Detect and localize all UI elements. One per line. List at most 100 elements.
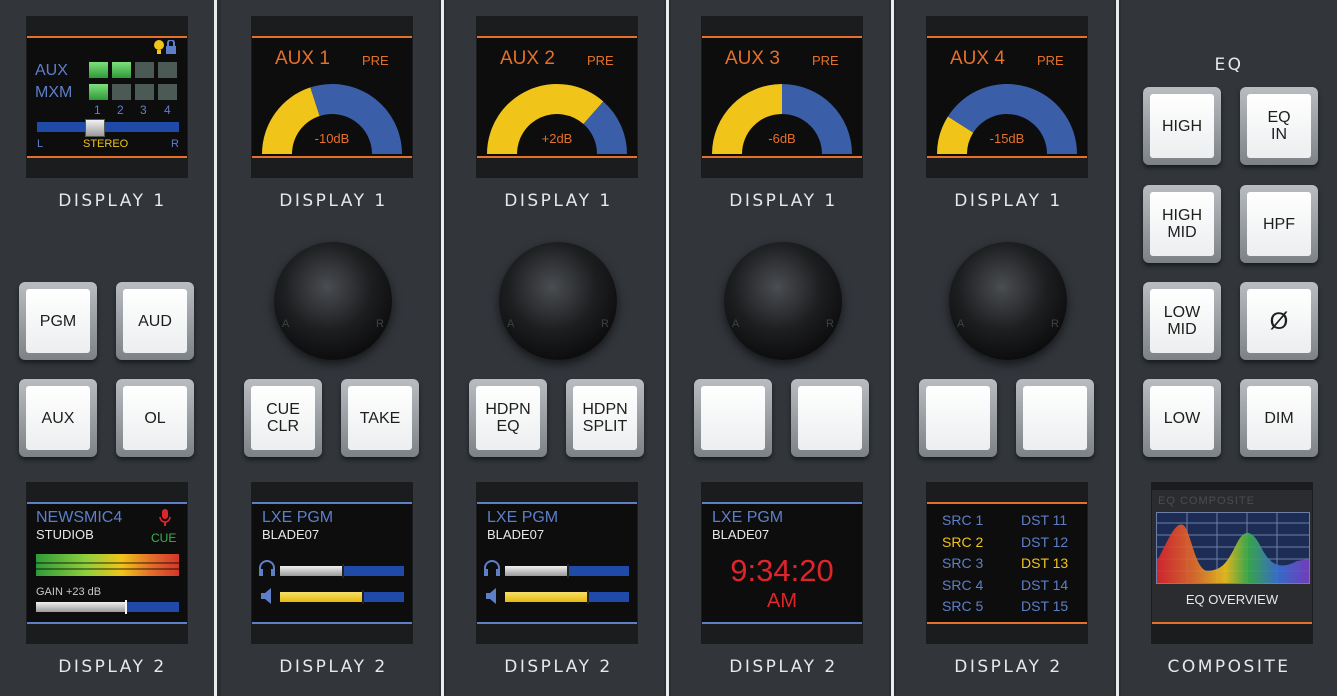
blank-button[interactable] <box>919 379 997 457</box>
bottom-rule <box>27 156 187 158</box>
top-rule <box>252 502 412 504</box>
cue-clr-button[interactable]: CUE CLR <box>244 379 322 457</box>
clock-time: 9:34:20 <box>730 553 834 588</box>
display-2-mic: NEWSMIC4 STUDIOB CUE GAIN +23 dB <box>26 482 188 644</box>
hpf-label: HPF <box>1247 192 1311 256</box>
screen: AUX 2 PRE +2dB <box>477 36 637 158</box>
aux-button[interactable]: AUX <box>19 379 97 457</box>
dst-item[interactable]: DST 15 <box>1021 598 1068 614</box>
eq-low-mid-button[interactable]: LOW MID <box>1143 282 1221 360</box>
grid-cell[interactable] <box>158 62 177 78</box>
aud-button[interactable]: AUD <box>116 282 194 360</box>
ol-button[interactable]: OL <box>116 379 194 457</box>
eq-high-mid-button[interactable]: HIGH MID <box>1143 185 1221 263</box>
speaker-handle[interactable] <box>586 590 589 604</box>
source-sub: BLADE07 <box>712 527 770 542</box>
take-label: TAKE <box>348 386 412 450</box>
source-sub: BLADE07 <box>262 527 320 542</box>
cue-indicator: CUE <box>151 531 177 545</box>
display-2-caption: DISPLAY 2 <box>279 657 388 677</box>
display-2-caption: DISPLAY 2 <box>504 657 613 677</box>
grid-cell[interactable] <box>112 62 131 78</box>
headphone-fill <box>505 566 567 576</box>
eq-curve-area <box>1156 512 1310 584</box>
hdpn-split-button[interactable]: HDPN SPLIT <box>566 379 644 457</box>
display-2-caption: DISPLAY 2 <box>954 657 1063 677</box>
headphone-level-bar[interactable] <box>505 564 629 578</box>
gain-handle[interactable] <box>124 600 127 614</box>
blank-button[interactable] <box>791 379 869 457</box>
knob-label-a: A <box>732 318 740 330</box>
src-item[interactable]: SRC 1 <box>942 512 983 528</box>
headphone-handle[interactable] <box>342 564 344 578</box>
eq-high-button[interactable]: HIGH <box>1143 87 1221 165</box>
eq-curve-graph <box>1157 513 1309 583</box>
blank-button[interactable] <box>694 379 772 457</box>
rotary-knob[interactable]: A R <box>274 242 392 360</box>
grid-cell[interactable] <box>89 84 108 100</box>
grid-cell[interactable] <box>112 84 131 100</box>
column-label: 3 <box>140 103 147 117</box>
knob-label-r: R <box>826 318 834 330</box>
dst-item-selected[interactable]: DST 13 <box>1021 555 1068 571</box>
eq-high-label: HIGH <box>1150 94 1214 158</box>
blank-button-label <box>798 386 862 450</box>
top-rule <box>477 502 637 504</box>
take-button[interactable]: TAKE <box>341 379 419 457</box>
src-item-selected[interactable]: SRC 2 <box>942 534 983 550</box>
blank-button-label <box>1023 386 1087 450</box>
display-1-aux-mxm: AUX MXM 1 2 3 4 L STEREO R <box>26 16 188 178</box>
level-meter-lines <box>36 568 179 570</box>
pan-knob[interactable] <box>85 119 105 137</box>
display-2-caption: DISPLAY 2 <box>58 657 167 677</box>
eq-low-button[interactable]: LOW <box>1143 379 1221 457</box>
headphone-handle[interactable] <box>567 564 569 578</box>
src-item[interactable]: SRC 5 <box>942 598 983 614</box>
blank-button[interactable] <box>1016 379 1094 457</box>
bottom-rule <box>252 622 412 624</box>
eq-composite-display: EQ COMPOSITE EQ OVERVIEW <box>1151 482 1313 644</box>
speaker-fill <box>505 592 587 602</box>
rotary-knob[interactable]: A R <box>949 242 1067 360</box>
dst-item[interactable]: DST 11 <box>1021 512 1067 528</box>
speaker-level-bar[interactable] <box>505 590 629 604</box>
eq-in-button[interactable]: EQ IN <box>1240 87 1318 165</box>
screen: EQ COMPOSITE EQ OVERVIEW <box>1152 490 1312 624</box>
rotary-knob[interactable]: A R <box>724 242 842 360</box>
screen: SRC 1 DST 11 SRC 2 DST 12 SRC 3 DST 13 S… <box>927 502 1087 624</box>
phase-button[interactable]: Ø <box>1240 282 1318 360</box>
speaker-handle[interactable] <box>361 590 364 604</box>
phase-label: Ø <box>1247 289 1311 353</box>
pgm-button-label: PGM <box>26 289 90 353</box>
grid-cell[interactable] <box>158 84 177 100</box>
level-meter-lines <box>36 562 179 564</box>
speaker-level-bar[interactable] <box>280 590 404 604</box>
gain-label: GAIN +23 dB <box>36 586 102 598</box>
dim-label: DIM <box>1247 386 1311 450</box>
grid-cell[interactable] <box>89 62 108 78</box>
screen: LXE PGM BLADE07 <box>477 502 637 624</box>
rotary-knob[interactable]: A R <box>499 242 617 360</box>
headphone-level-bar[interactable] <box>280 564 404 578</box>
src-item[interactable]: SRC 4 <box>942 577 983 593</box>
dst-item[interactable]: DST 14 <box>1021 577 1068 593</box>
divider <box>1116 0 1119 696</box>
grid-cell[interactable] <box>135 84 154 100</box>
dst-item[interactable]: DST 12 <box>1021 534 1068 550</box>
mic-icon <box>159 509 171 526</box>
gain-bar[interactable] <box>36 600 179 614</box>
dim-button[interactable]: DIM <box>1240 379 1318 457</box>
knob-label-a: A <box>282 318 290 330</box>
src-item[interactable]: SRC 3 <box>942 555 983 571</box>
bottom-rule <box>927 156 1087 158</box>
top-rule <box>702 36 862 38</box>
display-1-caption: DISPLAY 1 <box>279 191 388 211</box>
aux-label: AUX 2 <box>500 48 555 69</box>
hpf-button[interactable]: HPF <box>1240 185 1318 263</box>
pgm-button[interactable]: PGM <box>19 282 97 360</box>
hdpn-eq-button[interactable]: HDPN EQ <box>469 379 547 457</box>
bottom-rule <box>702 156 862 158</box>
pan-bar[interactable] <box>37 119 179 137</box>
mic-name: NEWSMIC4 <box>36 509 123 526</box>
grid-cell[interactable] <box>135 62 154 78</box>
